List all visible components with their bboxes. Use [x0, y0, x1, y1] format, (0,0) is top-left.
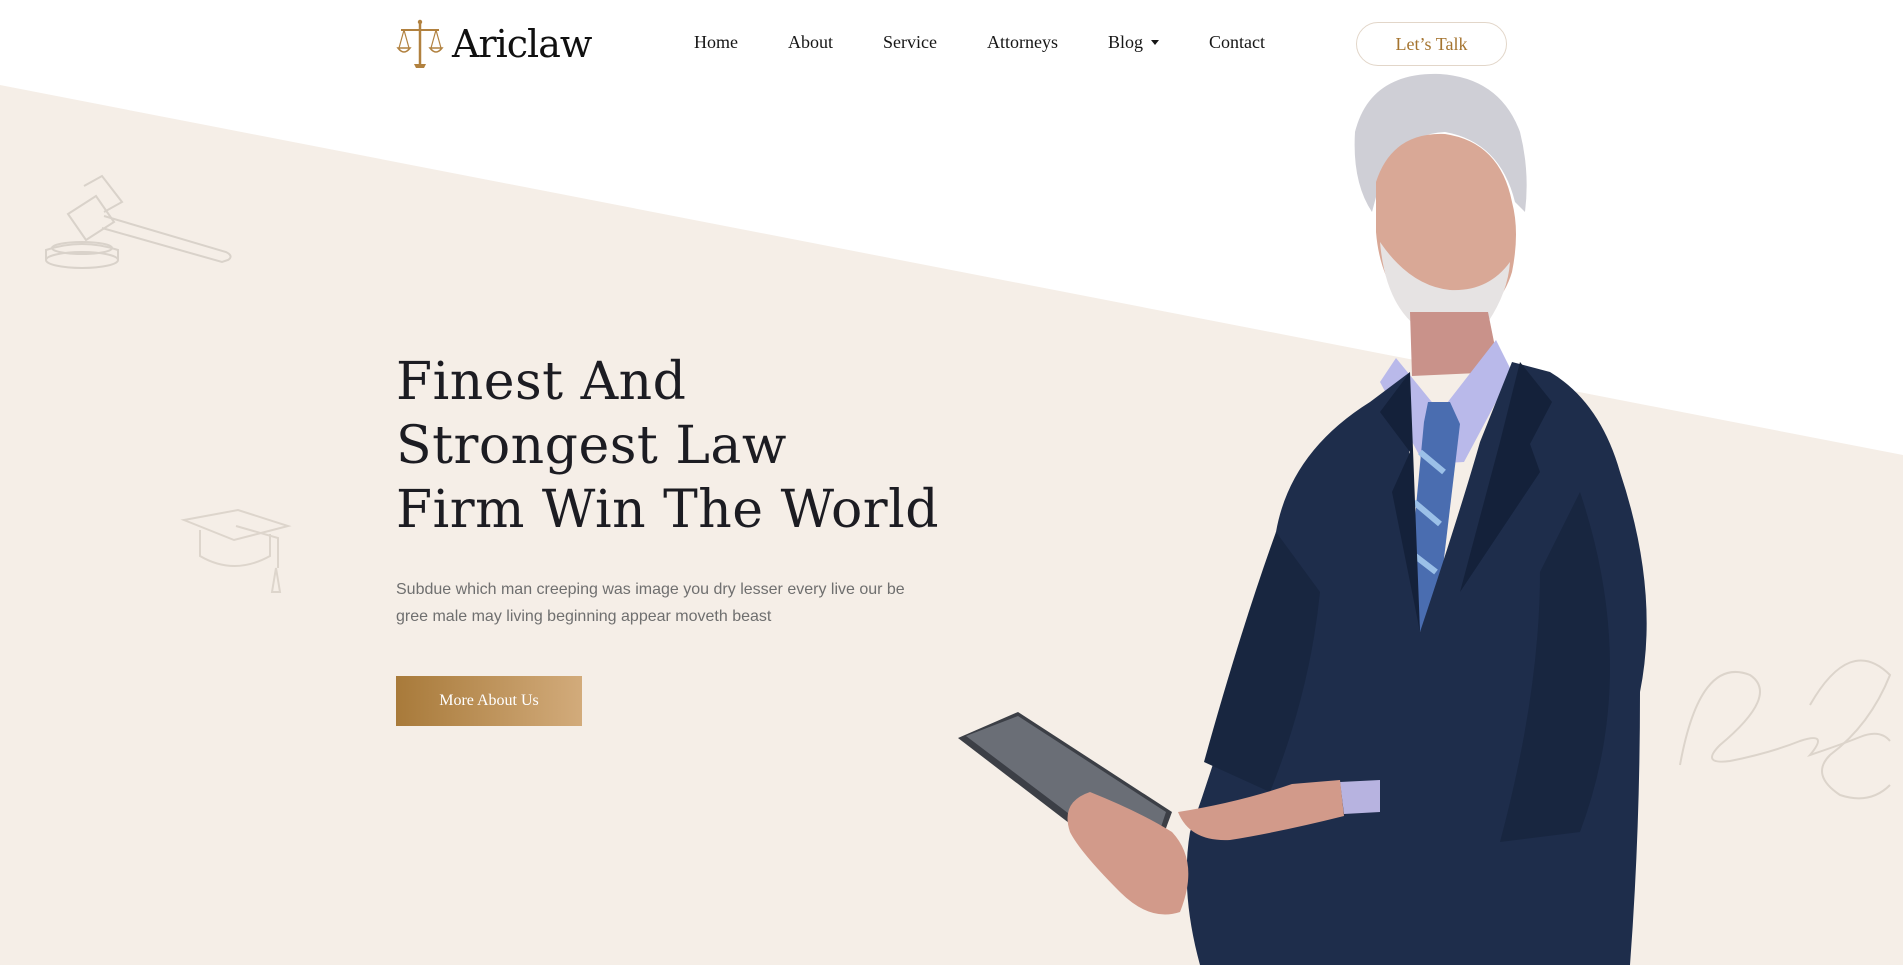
nav-blog[interactable]: Blog: [1108, 32, 1159, 53]
nav-contact-label: Contact: [1209, 32, 1265, 52]
hero-title-line: Finest And: [396, 352, 687, 412]
nav-contact[interactable]: Contact: [1209, 32, 1265, 53]
brand-name: Ariclaw: [452, 22, 592, 66]
lets-talk-button[interactable]: Let’s Talk: [1356, 22, 1507, 66]
nav-service[interactable]: Service: [883, 32, 937, 53]
hero-title-line: Firm Win The World: [396, 480, 940, 540]
attorney-portrait-image: [958, 73, 1647, 965]
hero-title: Finest And Strongest Law Firm Win The Wo…: [396, 350, 956, 542]
nav-about[interactable]: About: [788, 32, 833, 53]
scales-of-justice-icon: [396, 19, 444, 68]
hero-title-line: Strongest Law: [396, 416, 787, 476]
nav-service-label: Service: [883, 32, 937, 52]
nav-home[interactable]: Home: [694, 32, 738, 53]
nav-attorneys[interactable]: Attorneys: [987, 32, 1058, 53]
logo[interactable]: Ariclaw: [396, 18, 592, 70]
more-about-us-button[interactable]: More About Us: [396, 676, 582, 726]
nav-home-label: Home: [694, 32, 738, 52]
nav-attorneys-label: Attorneys: [986, 32, 1058, 52]
hero-description: Subdue which man creeping was image you …: [396, 581, 905, 625]
graduation-cap-icon: [180, 508, 292, 593]
nav-blog-label: Blog: [1107, 32, 1143, 52]
navbar: Ariclaw Home About Service Attorneys Blo…: [0, 0, 1903, 88]
hero-section: Finest And Strongest Law Firm Win The Wo…: [396, 350, 956, 726]
main-nav: Home About Service Attorneys Blog Contac…: [694, 32, 1315, 53]
nav-about-label: About: [788, 32, 833, 52]
caret-down-icon: [1151, 40, 1159, 45]
gavel-icon: [45, 174, 232, 269]
